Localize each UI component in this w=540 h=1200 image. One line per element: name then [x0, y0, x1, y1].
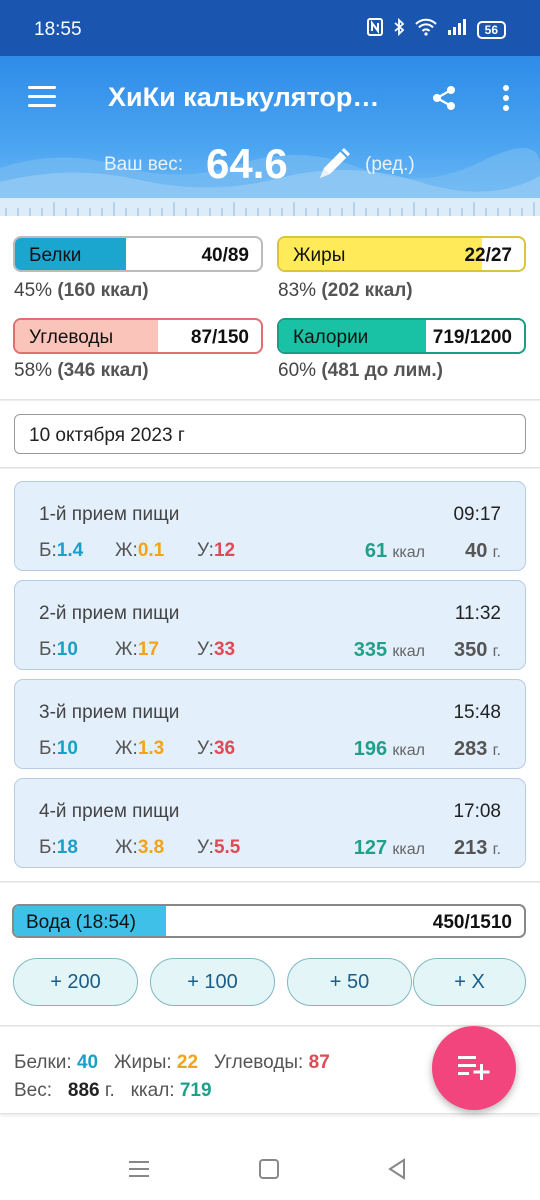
status-time: 18:55	[34, 19, 82, 40]
carbs-bar: Углеводы 87/150	[13, 318, 263, 354]
date-value: 10 октября 2023 г	[29, 425, 185, 446]
menu-button[interactable]	[28, 86, 56, 108]
meal-protein: 10	[56, 738, 78, 759]
status-icons: 56	[366, 17, 506, 42]
meal-time: 15:48	[453, 702, 501, 723]
meal-fat: 3.8	[137, 837, 165, 858]
meal-carbs: 5.5	[213, 837, 241, 858]
bluetooth-icon	[393, 17, 405, 42]
meal-item[interactable]: 1-й прием пищи 09:17 Б:1.4 Ж:0.1 У:12 61…	[14, 481, 526, 571]
add-meal-button[interactable]	[432, 1026, 516, 1110]
fat-bar-label: Жиры	[293, 245, 346, 266]
meal-item[interactable]: 3-й прием пищи 15:48 Б:10 Ж:1.3 У:36 196…	[14, 679, 526, 769]
fat-bar-value: 22/27	[464, 245, 512, 266]
meal-weight: 350	[454, 639, 488, 661]
home-icon[interactable]	[256, 1156, 282, 1182]
summary-macros: Белки: 40 Жиры: 22 Углеводы: 87	[14, 1052, 330, 1073]
add-water-50-button[interactable]: + 50	[287, 958, 412, 1006]
pencil-icon[interactable]	[314, 142, 356, 184]
calories-bar-label: Калории	[293, 327, 369, 348]
summary-totals: Вес: 886 г. ккал: 719	[14, 1080, 212, 1101]
meal-name: 3-й прием пищи	[39, 702, 180, 723]
calories-bar-value: 719/1200	[432, 327, 512, 348]
calories-bar: Калории 719/1200	[277, 318, 526, 354]
summary-fat: 22	[176, 1052, 199, 1073]
summary-carbs: 87	[308, 1052, 330, 1073]
meal-protein: 10	[56, 639, 78, 660]
water-bar-label: Вода (18:54)	[26, 912, 136, 933]
add-water-100-button[interactable]: + 100	[150, 958, 275, 1006]
carbs-bar-value: 87/150	[190, 327, 249, 348]
meal-fat: 0.1	[137, 540, 165, 561]
protein-bar: Белки 40/89	[13, 236, 263, 272]
carbs-bar-label: Углеводы	[29, 327, 114, 348]
water-bar: Вода (18:54) 450/1510	[12, 904, 526, 938]
meal-weight: 40	[465, 540, 488, 562]
back-icon[interactable]	[384, 1156, 410, 1182]
meal-fat: 17	[137, 639, 159, 660]
calories-summary: 60% (481 до лим.)	[278, 360, 443, 381]
meal-weight: 213	[454, 837, 488, 859]
protein-bar-value: 40/89	[201, 245, 249, 266]
meal-fat: 1.3	[137, 738, 165, 759]
meal-carbs: 12	[213, 540, 236, 561]
meal-item[interactable]: 4-й прием пищи 17:08 Б:18 Ж:3.8 У:5.5 12…	[14, 778, 526, 868]
meal-weight: 283	[454, 738, 488, 760]
meal-time: 09:17	[453, 504, 501, 525]
meal-kcal: 196	[353, 738, 388, 760]
recent-apps-icon[interactable]	[126, 1156, 152, 1182]
more-options-icon[interactable]	[496, 84, 516, 112]
app-title: ХиКи калькулятор…	[108, 82, 380, 112]
summary-weight: 886	[67, 1080, 100, 1101]
meal-stats: Б:1.4 Ж:0.1 У:12 61 ккал 40 г.	[39, 540, 501, 562]
weight-value[interactable]: 64.6	[206, 140, 288, 188]
meal-protein: 1.4	[56, 540, 84, 561]
system-nav-bar	[0, 1136, 540, 1200]
nfc-icon	[366, 18, 383, 42]
ruler-decoration	[0, 198, 540, 216]
edit-weight-link[interactable]: (ред.)	[365, 154, 415, 176]
protein-bar-label: Белки	[29, 245, 82, 266]
meal-stats: Б:10 Ж:1.3 У:36 196 ккал 283 г.	[39, 738, 501, 760]
carbs-summary: 58% (346 ккал)	[14, 360, 149, 381]
meal-carbs: 36	[213, 738, 236, 759]
share-icon[interactable]	[430, 84, 458, 112]
weight-label: Ваш вес:	[104, 154, 183, 175]
summary-protein: 40	[76, 1052, 99, 1073]
summary-kcal: 719	[179, 1080, 212, 1101]
meal-name: 1-й прием пищи	[39, 504, 180, 525]
meal-kcal: 61	[364, 540, 388, 562]
meal-stats: Б:10 Ж:17 У:33 335 ккал 350 г.	[39, 639, 501, 661]
playlist-add-icon	[458, 1056, 490, 1080]
meal-name: 2-й прием пищи	[39, 603, 180, 624]
meal-kcal: 335	[353, 639, 388, 661]
signal-icon	[447, 19, 467, 41]
meal-name: 4-й прием пищи	[39, 801, 180, 822]
battery-icon: 56	[476, 21, 506, 39]
meal-carbs: 33	[213, 639, 236, 660]
meal-time: 11:32	[454, 603, 501, 624]
add-water-custom-button[interactable]: + X	[413, 958, 526, 1006]
wifi-icon	[414, 18, 437, 42]
date-field[interactable]: 10 октября 2023 г	[14, 414, 526, 454]
meal-kcal: 127	[353, 837, 388, 859]
protein-summary: 45% (160 ккал)	[14, 280, 149, 301]
meal-protein: 18	[56, 837, 78, 858]
meal-time: 17:08	[453, 801, 501, 822]
water-bar-value: 450/1510	[432, 912, 512, 933]
add-water-200-button[interactable]: + 200	[13, 958, 138, 1006]
fat-bar: Жиры 22/27	[277, 236, 526, 272]
fat-summary: 83% (202 ккал)	[278, 280, 413, 301]
meal-stats: Б:18 Ж:3.8 У:5.5 127 ккал 213 г.	[39, 837, 501, 859]
meal-item[interactable]: 2-й прием пищи 11:32 Б:10 Ж:17 У:33 335 …	[14, 580, 526, 670]
status-bar: 18:55 56	[0, 0, 540, 56]
